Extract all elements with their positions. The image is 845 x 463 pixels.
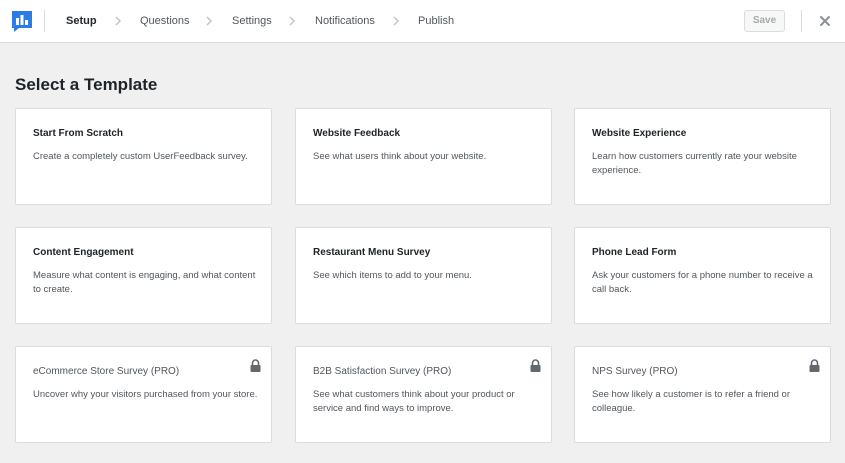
template-title: NPS Survey (PRO) xyxy=(592,366,678,377)
lock-icon xyxy=(530,359,541,372)
page-title: Select a Template xyxy=(15,75,158,94)
template-card-ecommerce-store-survey[interactable]: eCommerce Store Survey (PRO) Uncover why… xyxy=(15,346,272,443)
lock-icon xyxy=(250,359,261,372)
template-card-website-feedback[interactable]: Website Feedback See what users think ab… xyxy=(295,108,552,205)
lock-icon xyxy=(809,359,820,372)
chevron-right-icon xyxy=(115,16,122,26)
template-title: Website Feedback xyxy=(313,128,401,139)
template-description: Learn how customers currently rate your … xyxy=(592,151,797,176)
template-title: Start From Scratch xyxy=(33,128,124,139)
chevron-right-icon xyxy=(289,16,296,26)
template-description: Uncover why your visitors purchased from… xyxy=(33,389,258,400)
top-bar: Setup Questions Settings Notifications P… xyxy=(0,0,845,43)
template-title: Content Engagement xyxy=(33,247,134,258)
step-settings[interactable]: Settings xyxy=(232,14,272,28)
chevron-right-icon xyxy=(206,16,213,26)
template-card-content-engagement[interactable]: Content Engagement Measure what content … xyxy=(15,227,272,324)
template-card-website-experience[interactable]: Website Experience Learn how customers c… xyxy=(574,108,831,205)
template-title: Restaurant Menu Survey xyxy=(313,247,431,258)
save-button[interactable]: Save xyxy=(744,10,785,32)
template-title: eCommerce Store Survey (PRO) xyxy=(33,366,180,377)
userfeedback-logo-icon[interactable] xyxy=(10,9,34,33)
template-title: B2B Satisfaction Survey (PRO) xyxy=(313,366,452,377)
template-card-nps-survey[interactable]: NPS Survey (PRO) See how likely a custom… xyxy=(574,346,831,443)
template-card-phone-lead-form[interactable]: Phone Lead Form Ask your customers for a… xyxy=(574,227,831,324)
step-publish[interactable]: Publish xyxy=(418,14,454,28)
template-description: See how likely a customer is to refer a … xyxy=(592,389,791,414)
action-divider xyxy=(801,10,802,32)
step-questions[interactable]: Questions xyxy=(140,14,190,28)
step-notifications[interactable]: Notifications xyxy=(315,14,375,28)
template-description: See which items to add to your menu. xyxy=(313,270,472,281)
chevron-right-icon xyxy=(393,16,400,26)
template-card-b2b-satisfaction-survey[interactable]: B2B Satisfaction Survey (PRO) See what c… xyxy=(295,346,552,443)
template-description: Measure what content is engaging, and wh… xyxy=(33,270,256,295)
close-icon[interactable] xyxy=(817,13,833,29)
template-card-restaurant-menu-survey[interactable]: Restaurant Menu Survey See which items t… xyxy=(295,227,552,324)
template-description: See what customers think about your prod… xyxy=(313,389,515,414)
template-title: Phone Lead Form xyxy=(592,247,677,258)
logo-divider xyxy=(44,10,45,32)
template-description: Ask your customers for a phone number to… xyxy=(592,270,813,295)
template-description: See what users think about your website. xyxy=(313,151,487,162)
step-setup[interactable]: Setup xyxy=(66,14,97,28)
template-title: Website Experience xyxy=(592,128,687,139)
template-description: Create a completely custom UserFeedback … xyxy=(33,151,248,162)
template-card-start-from-scratch[interactable]: Start From Scratch Create a completely c… xyxy=(15,108,272,205)
